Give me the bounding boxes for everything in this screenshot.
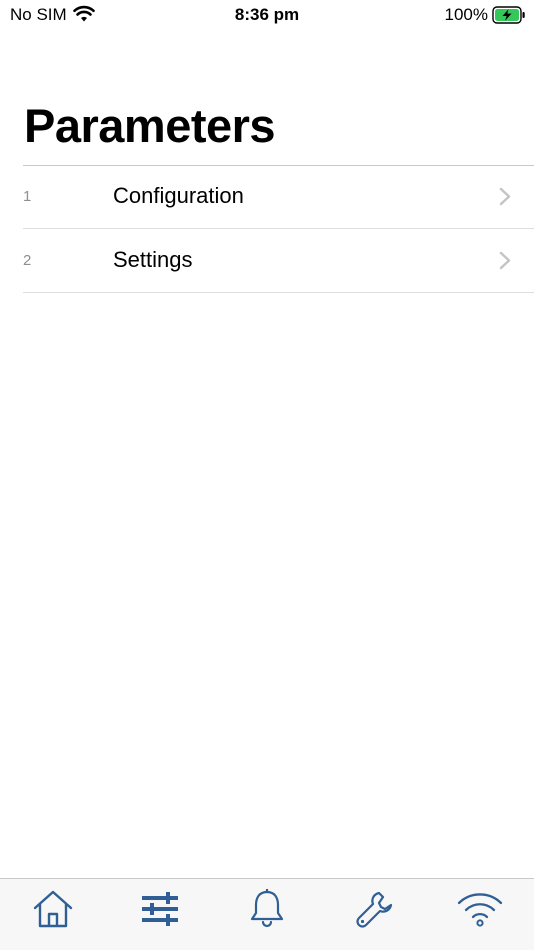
list-item-configuration[interactable]: 1 Configuration [23, 165, 534, 229]
tab-bar [0, 878, 534, 950]
tab-alarms[interactable] [243, 887, 291, 931]
parameters-list: 1 Configuration 2 Settings [23, 165, 534, 293]
list-item-index: 1 [23, 188, 32, 205]
tab-parameters[interactable] [136, 887, 184, 931]
home-icon [33, 890, 73, 928]
battery-percentage: 100% [444, 5, 488, 24]
list-item-label: Settings [113, 247, 193, 272]
wifi-icon [457, 893, 503, 927]
bell-icon [250, 889, 284, 928]
list-item-settings[interactable]: 2 Settings [23, 229, 534, 293]
list-item-index: 2 [23, 252, 32, 269]
tab-home[interactable] [29, 887, 77, 931]
tab-connection[interactable] [456, 887, 504, 931]
sliders-icon [142, 892, 178, 926]
tab-tools[interactable] [350, 887, 398, 931]
chevron-right-icon [499, 251, 511, 270]
status-bar: No SIM 8:36 pm 100% [0, 0, 534, 32]
page-title: Parameters [24, 99, 276, 152]
list-item-label: Configuration [113, 183, 244, 208]
chevron-right-icon [499, 187, 511, 206]
wrench-icon [356, 891, 393, 928]
battery-charging-icon [492, 6, 525, 24]
